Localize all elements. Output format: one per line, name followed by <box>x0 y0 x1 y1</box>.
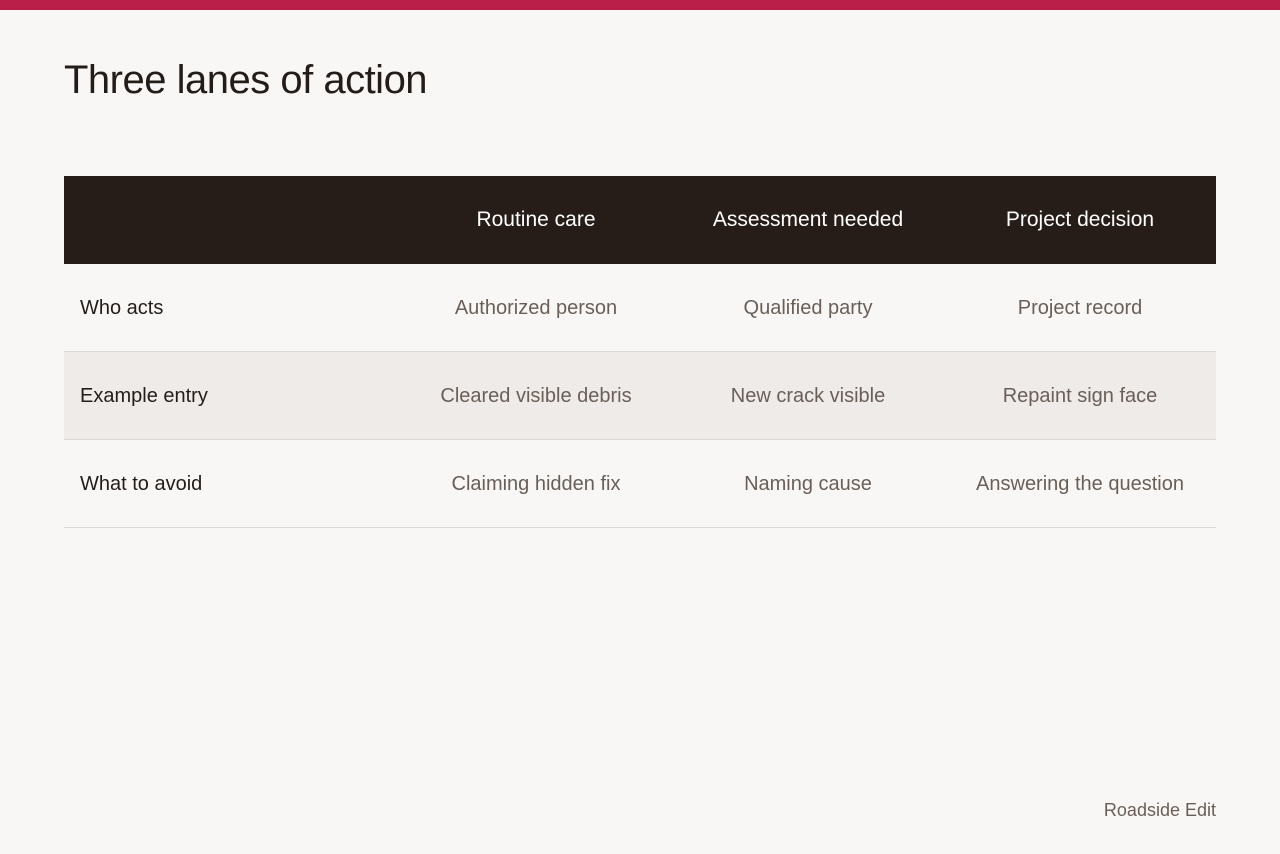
row-label: Who acts <box>80 296 164 319</box>
row-label: What to avoid <box>80 472 203 495</box>
table-cell: Naming cause <box>744 472 872 495</box>
table-cell: Cleared visible debris <box>440 384 632 407</box>
table-cell: New crack visible <box>730 384 886 407</box>
accent-bar <box>0 0 1280 10</box>
row-label: Example entry <box>80 384 208 407</box>
table-row: What to avoid Claiming hidden fix Naming… <box>64 440 1216 528</box>
table-cell: Qualified party <box>743 296 873 319</box>
header-cell-assessment-needed: Assessment needed <box>712 208 904 231</box>
page-title: Three lanes of action <box>64 58 428 102</box>
table-cell: Project record <box>1017 296 1143 319</box>
table-cell: Answering the question <box>976 472 1184 495</box>
header-cell-routine-care: Routine care <box>476 208 596 231</box>
footer-brand: Roadside Edit <box>1103 800 1216 820</box>
table-cell: Repaint sign face <box>1002 384 1158 407</box>
table-cell: Claiming hidden fix <box>451 472 621 495</box>
table-header-row: Routine care Assessment needed Project d… <box>64 176 1216 264</box>
lanes-table: Routine care Assessment needed Project d… <box>64 176 1216 528</box>
table-row: Who acts Authorized person Qualified par… <box>64 264 1216 352</box>
table-cell: Authorized person <box>454 296 618 319</box>
header-cell-project-decision: Project decision <box>1005 208 1155 231</box>
table-row: Example entry Cleared visible debris New… <box>64 352 1216 440</box>
slide: Three lanes of action Routine care Asses… <box>0 0 1280 854</box>
